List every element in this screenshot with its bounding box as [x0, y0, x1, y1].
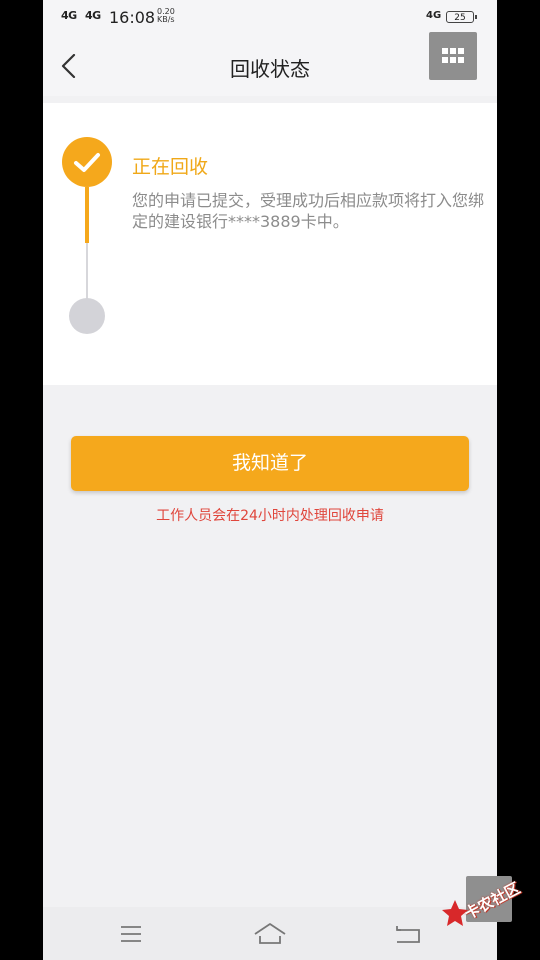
network-type: 4G	[426, 10, 442, 21]
status-time: 16:08	[109, 8, 156, 27]
status-bar: 4G 4G 16:08 0.20 KB/s 4G 25	[43, 0, 497, 36]
system-navigation-bar	[43, 907, 497, 960]
step-description: 您的申请已提交，受理成功后相应款项将打入您绑定的建设银行****3889卡中。	[132, 191, 485, 231]
return-icon	[396, 926, 420, 943]
signal-2-indicator: 4G	[85, 9, 101, 22]
signal-1-indicator: 4G	[61, 9, 77, 22]
progress-line-pending	[86, 243, 88, 299]
back-system-button[interactable]	[387, 917, 427, 951]
watermark-logo: 卡农社区	[436, 876, 540, 936]
step-complete-indicator	[62, 137, 112, 187]
battery-icon: 25	[446, 11, 477, 23]
floating-grid-button[interactable]	[429, 32, 477, 80]
home-icon	[254, 923, 286, 944]
watermark-text: 卡农社区	[461, 878, 523, 923]
home-button[interactable]	[250, 917, 290, 951]
menu-button[interactable]	[113, 917, 153, 951]
grid-icon	[442, 48, 464, 63]
confirm-button[interactable]: 我知道了	[71, 436, 469, 491]
network-speed: 0.20 KB/s	[157, 8, 175, 24]
progress-line-active	[85, 187, 89, 243]
step-title: 正在回收	[132, 156, 209, 178]
menu-icon	[121, 926, 141, 942]
processing-note: 工作人员会在24小时内处理回收申请	[156, 508, 384, 524]
step-pending-indicator	[69, 298, 105, 334]
phone-screen: 4G 4G 16:08 0.20 KB/s 4G 25 回收状态 正在回收 您的…	[43, 0, 497, 960]
network-speed-unit: KB/s	[157, 15, 175, 24]
progress-card: 正在回收 您的申请已提交，受理成功后相应款项将打入您绑定的建设银行****388…	[43, 103, 497, 385]
checkmark-icon	[74, 153, 100, 172]
battery-level: 25	[454, 13, 466, 23]
